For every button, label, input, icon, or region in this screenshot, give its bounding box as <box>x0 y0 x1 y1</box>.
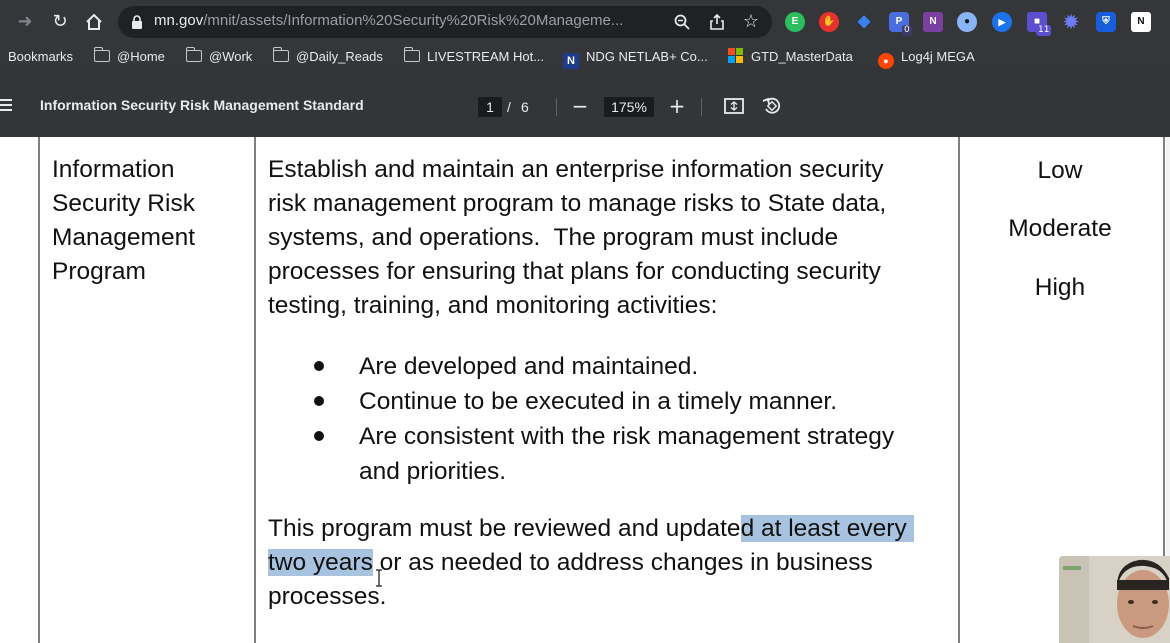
review-text: or as needed to address changes in busin… <box>372 549 873 576</box>
requirement-paragraph: Establish and maintain an enterprise inf… <box>268 153 948 323</box>
requirement-line: testing, training, and monitoring activi… <box>268 292 718 319</box>
selected-text: d at least every <box>740 515 914 542</box>
folder-icon <box>94 47 110 62</box>
bullet-text: Continue to be executed in a timely mann… <box>359 388 838 415</box>
bookmark-label: @Daily_Reads <box>296 49 383 64</box>
toolbar-divider <box>556 98 557 116</box>
adblock-icon[interactable]: ✋ <box>819 12 839 32</box>
bookmark-log4j-mega[interactable]: ● Log4j MEGA <box>878 48 975 69</box>
list-item: Continue to be executed in a timely mann… <box>312 384 952 419</box>
text-cursor-icon <box>376 569 382 587</box>
requirement-bullet-list: Are developed and maintained. Continue t… <box>312 349 952 489</box>
microsoft-icon <box>728 48 744 64</box>
rotate-icon[interactable] <box>761 95 783 117</box>
bookmark-ndg-netlab[interactable]: N NDG NETLAB+ Co... <box>563 48 708 69</box>
screencast-icon[interactable]: ▶ <box>992 12 1012 32</box>
forward-icon[interactable]: ➜ <box>13 10 37 34</box>
zoom-level-input[interactable]: 175% <box>604 97 654 117</box>
level-low: Low <box>1037 157 1083 184</box>
page-number-input[interactable]: 1 <box>478 97 502 117</box>
onenote-icon[interactable]: N <box>923 12 943 32</box>
page-separator: / <box>507 99 511 115</box>
zoom-in-icon[interactable]: + <box>666 95 688 117</box>
presenter-video-icon <box>1059 556 1170 643</box>
fit-page-icon[interactable] <box>723 95 745 117</box>
table-border-col1 <box>254 137 256 643</box>
reddit-icon: ● <box>878 53 894 69</box>
review-paragraph[interactable]: This program must be reviewed and update… <box>268 512 958 614</box>
menu-icon[interactable] <box>0 99 12 111</box>
gear-extension-icon[interactable]: ✹ <box>1061 12 1081 32</box>
bullet-dot <box>314 396 324 406</box>
evernote-icon[interactable]: E <box>785 12 805 32</box>
bullet-text: Are consistent with the risk management … <box>359 423 895 485</box>
share-icon[interactable] <box>708 13 726 31</box>
control-name-cell: Information Security Risk Management Pro… <box>52 153 242 289</box>
selected-text: two years <box>268 549 373 576</box>
level-high: High <box>1034 274 1086 301</box>
bullet-dot <box>314 361 324 371</box>
browser-toolbar: ➜ ↻ mn.gov/mnit/assets/Information%20Sec… <box>0 0 1170 44</box>
bookmarks-bar: Bookmarks @Home @Work @Daily_Reads LIVES… <box>0 44 1170 70</box>
tabs-badge-count: 11 <box>1036 25 1052 36</box>
notion-icon[interactable]: N <box>1131 12 1151 32</box>
extension-blue-icon[interactable]: ◆ <box>854 12 874 32</box>
list-item: Are consistent with the risk management … <box>312 419 932 489</box>
control-name-line: Information <box>52 156 175 183</box>
requirement-line: processes for ensuring that plans for co… <box>268 258 881 285</box>
control-name-line: Security Risk <box>52 190 195 217</box>
list-item: Are developed and maintained. <box>312 349 952 384</box>
review-line-3: processes. <box>268 583 387 610</box>
bookmark-label: LIVESTREAM Hot... <box>427 49 545 64</box>
folder-icon <box>186 47 202 62</box>
ndg-icon: N <box>563 53 579 69</box>
control-name-line: Program <box>52 258 146 285</box>
url-text[interactable]: mn.gov/mnit/assets/Information%20Securit… <box>154 12 623 29</box>
requirement-line: Establish and maintain an enterprise inf… <box>268 156 884 183</box>
requirement-line: risk management program to manage risks … <box>268 190 887 217</box>
pdf-toolbar: Information Security Risk Management Sta… <box>0 70 1170 137</box>
folder-icon <box>404 47 420 62</box>
bullet-text: Are developed and maintained. <box>359 353 699 380</box>
pdf-viewer[interactable]: Information Security Risk Management Pro… <box>0 137 1170 643</box>
page-total: 6 <box>521 99 529 115</box>
requirement-line: systems, and operations. The program mus… <box>268 224 839 251</box>
level-moderate: Moderate <box>1008 215 1112 242</box>
bookmark-label: NDG NETLAB+ Co... <box>586 49 708 64</box>
pdf-page: Information Security Risk Management Pro… <box>0 137 1166 643</box>
bookmark-label: @Home <box>117 49 165 64</box>
zoom-search-icon[interactable] <box>673 13 691 31</box>
bookmark-folder-livestream[interactable]: LIVESTREAM Hot... <box>404 47 545 66</box>
webcam-overlay <box>1059 556 1170 643</box>
bookmark-star-icon[interactable]: ☆ <box>742 13 760 31</box>
zoom-out-icon[interactable]: − <box>569 95 591 117</box>
review-line-1: This program must be reviewed and update… <box>268 512 958 546</box>
bookmark-folder-daily-reads[interactable]: @Daily_Reads <box>273 47 383 66</box>
bookmark-folder-home[interactable]: @Home <box>94 47 165 66</box>
bookmark-label: Log4j MEGA <box>901 49 975 64</box>
control-name-line: Management <box>52 224 196 251</box>
bullet-dot <box>314 431 324 441</box>
bookmark-label: @Work <box>209 49 253 64</box>
review-text: This program must be reviewed and update <box>268 515 741 542</box>
bookmarks-label[interactable]: Bookmarks <box>8 48 73 66</box>
document-title: Information Security Risk Management Sta… <box>40 97 364 113</box>
table-border-left <box>38 137 40 643</box>
url-host: mn.gov <box>154 12 204 29</box>
home-icon[interactable] <box>82 10 106 34</box>
circle-extension-icon[interactable]: ● <box>957 12 977 32</box>
folder-icon <box>273 47 289 62</box>
toolbar-divider <box>701 98 702 116</box>
review-line-2: two years or as needed to address change… <box>268 546 958 580</box>
bookmark-gtd-masterdata[interactable]: GTD_MasterData <box>728 48 853 66</box>
bookmark-label: GTD_MasterData <box>751 49 853 64</box>
bookmark-folder-work[interactable]: @Work <box>186 47 253 66</box>
url-path: /mnit/assets/Information%20Security%20Ri… <box>203 12 624 29</box>
reload-icon[interactable]: ↻ <box>48 10 72 34</box>
lock-icon <box>132 15 142 29</box>
bitwarden-icon[interactable]: ⛨ <box>1096 12 1116 32</box>
extension-badge-count: 0 <box>902 25 912 36</box>
